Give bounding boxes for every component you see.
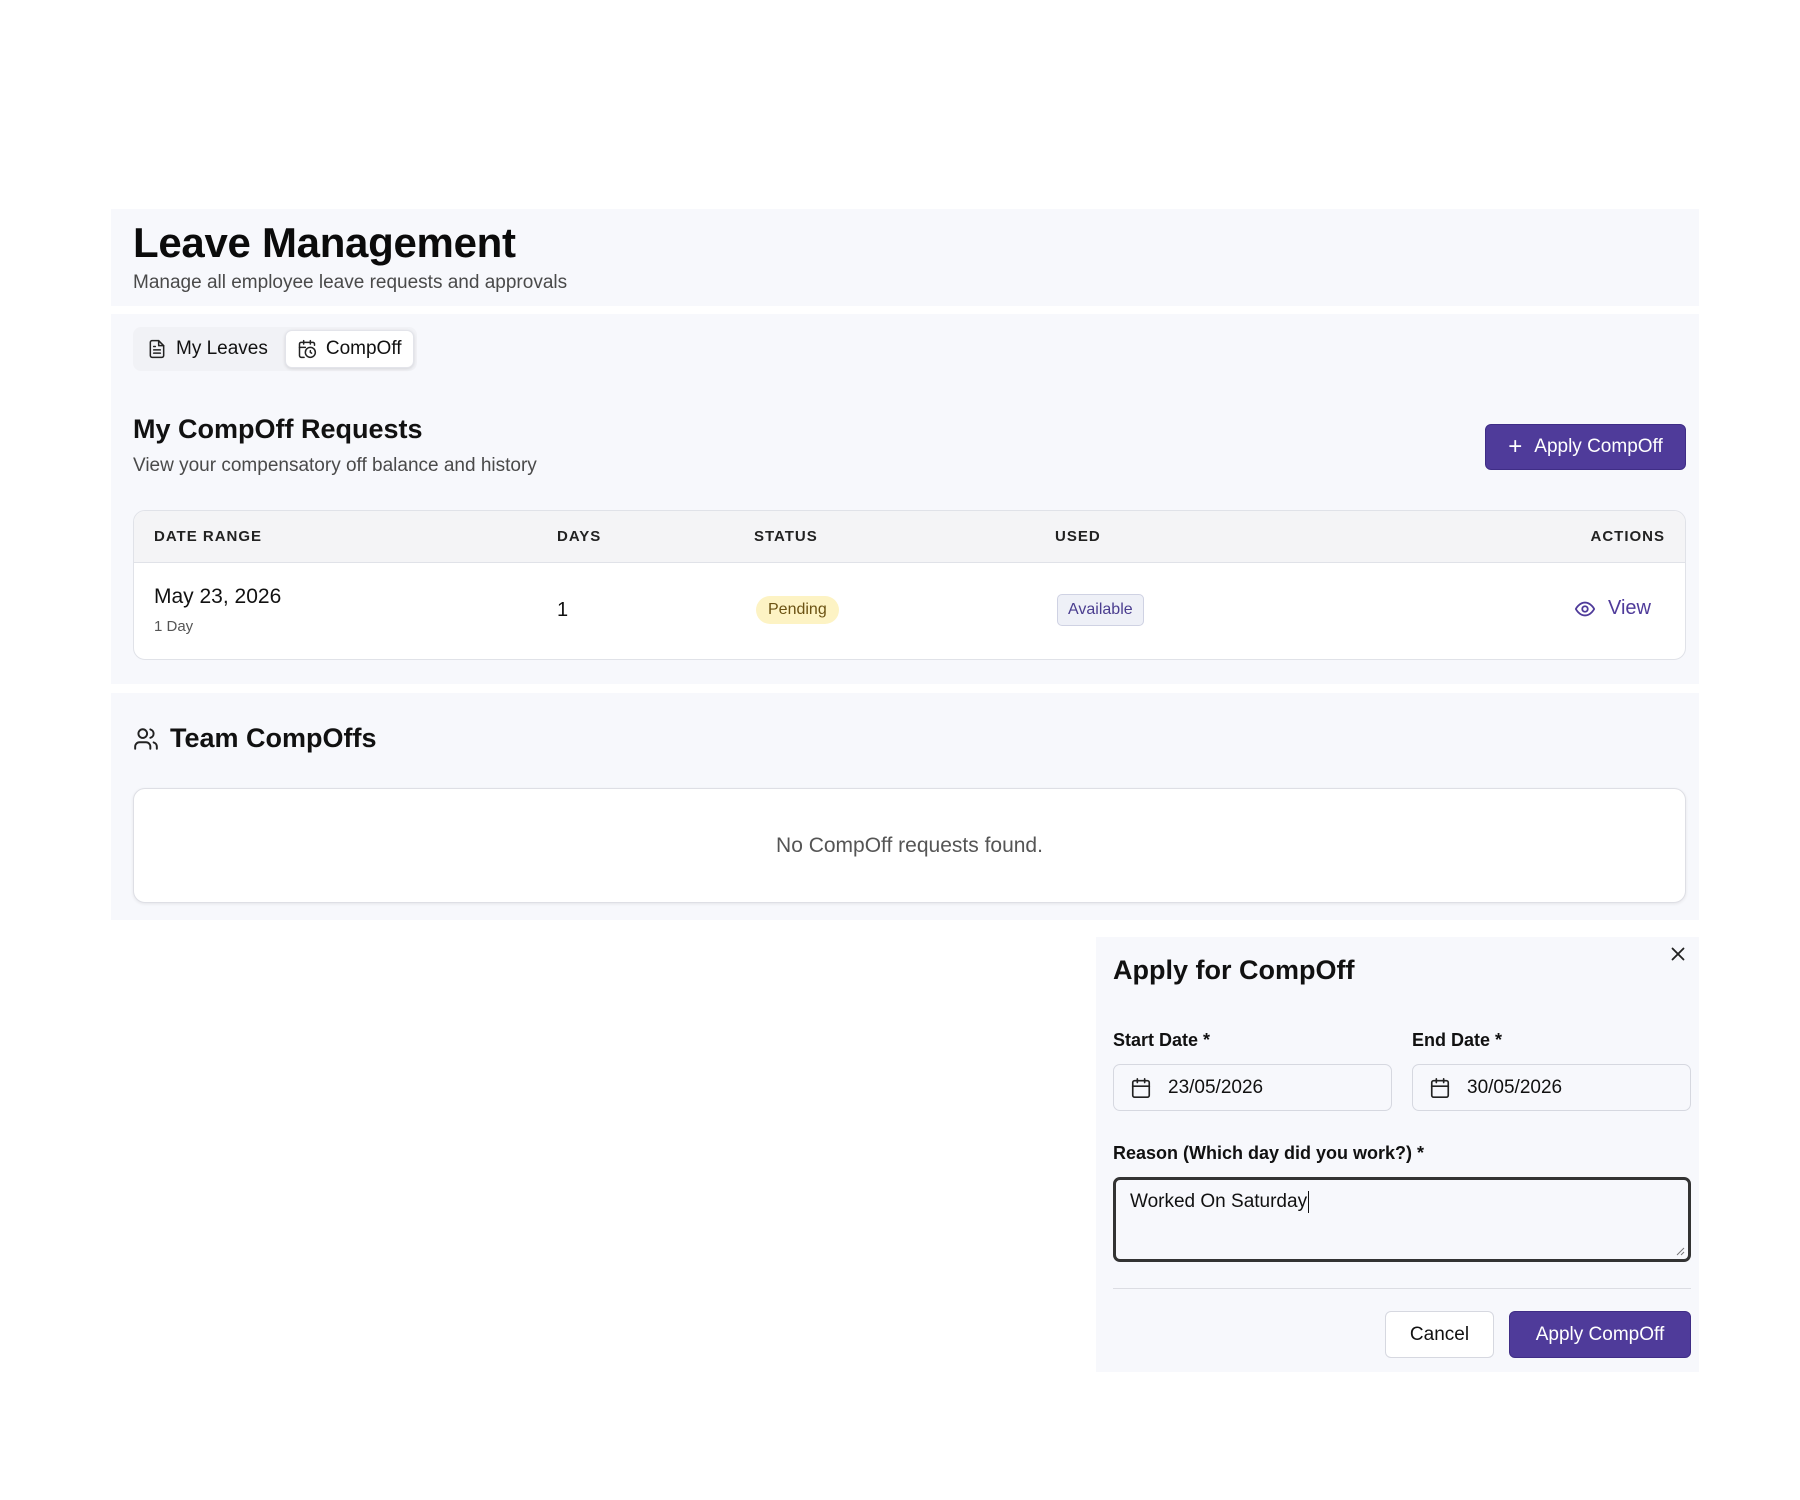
team-header: Team CompOffs xyxy=(133,723,377,754)
end-date-label: End Date * xyxy=(1412,1030,1503,1050)
apply-compoff-dialog: Apply for CompOff Start Date * End Date … xyxy=(1096,937,1699,1372)
end-date-input[interactable]: 30/05/2026 xyxy=(1412,1064,1691,1111)
column-header-date-range: DATE RANGE xyxy=(154,528,263,545)
users-icon xyxy=(134,727,158,750)
duration-value: 1 Day xyxy=(154,618,194,635)
tab-bar: My Leaves CompOff xyxy=(133,327,417,371)
text-caret xyxy=(1308,1191,1310,1213)
eye-icon xyxy=(1574,601,1596,616)
apply-compoff-button[interactable]: + Apply CompOff xyxy=(1485,424,1686,470)
start-date-input[interactable]: 23/05/2026 xyxy=(1113,1064,1392,1111)
table-header: DATE RANGE DAYS STATUS USED ACTIONS xyxy=(134,511,1685,563)
reason-value: Worked On Saturday xyxy=(1130,1191,1308,1213)
compoff-table: DATE RANGE DAYS STATUS USED ACTIONS May … xyxy=(133,510,1686,660)
start-date-label: Start Date * xyxy=(1113,1030,1211,1050)
tab-compoff[interactable]: CompOff xyxy=(284,330,414,368)
days-value: 1 xyxy=(557,599,569,621)
cancel-button[interactable]: Cancel xyxy=(1385,1311,1494,1358)
empty-message: No CompOff requests found. xyxy=(776,833,1043,857)
tab-my-leaves[interactable]: My Leaves xyxy=(136,330,279,368)
page-subtitle: Manage all employee leave requests and a… xyxy=(133,272,568,293)
used-badge: Available xyxy=(1057,594,1144,626)
calendar-icon xyxy=(1430,1077,1450,1098)
view-button[interactable]: View xyxy=(1574,597,1651,620)
empty-state: No CompOff requests found. xyxy=(133,788,1686,903)
submit-compoff-button[interactable]: Apply CompOff xyxy=(1509,1311,1691,1358)
page-header: Leave Management Manage all employee lea… xyxy=(111,209,1699,306)
team-compoffs-panel: Team CompOffs No CompOff requests found. xyxy=(111,693,1699,920)
reason-textarea[interactable]: Worked On Saturday xyxy=(1113,1177,1691,1262)
apply-compoff-label: Apply CompOff xyxy=(1534,436,1663,457)
tab-label: My Leaves xyxy=(176,338,268,359)
compoff-panel: My Leaves CompOff My CompOff Requests Vi… xyxy=(111,314,1699,684)
end-date-value: 30/05/2026 xyxy=(1467,1076,1563,1098)
resize-handle-icon[interactable] xyxy=(1675,1246,1685,1256)
page-title: Leave Management xyxy=(133,219,516,266)
dialog-divider xyxy=(1113,1288,1691,1289)
start-date-value: 23/05/2026 xyxy=(1168,1076,1264,1098)
tab-label: CompOff xyxy=(325,338,402,359)
close-icon[interactable] xyxy=(1667,943,1689,965)
calendar-clock-icon xyxy=(298,339,316,359)
view-label: View xyxy=(1608,597,1651,619)
section-title: My CompOff Requests xyxy=(133,414,423,444)
dialog-title: Apply for CompOff xyxy=(1113,955,1355,985)
calendar-icon xyxy=(1131,1077,1151,1098)
column-header-actions: ACTIONS xyxy=(1590,528,1665,545)
section-subtitle: View your compensatory off balance and h… xyxy=(133,455,537,476)
date-range-value: May 23, 2026 xyxy=(154,585,282,608)
status-badge: Pending xyxy=(756,596,839,624)
team-title: Team CompOffs xyxy=(170,723,377,753)
column-header-status: STATUS xyxy=(754,528,818,545)
table-row: May 23, 2026 1 Day 1 Pending Available V… xyxy=(134,563,1685,659)
plus-icon: + xyxy=(1508,433,1523,460)
reason-label: Reason (Which day did you work?) * xyxy=(1113,1143,1425,1163)
column-header-days: DAYS xyxy=(557,528,602,545)
column-header-used: USED xyxy=(1055,528,1101,545)
document-icon xyxy=(149,339,165,359)
